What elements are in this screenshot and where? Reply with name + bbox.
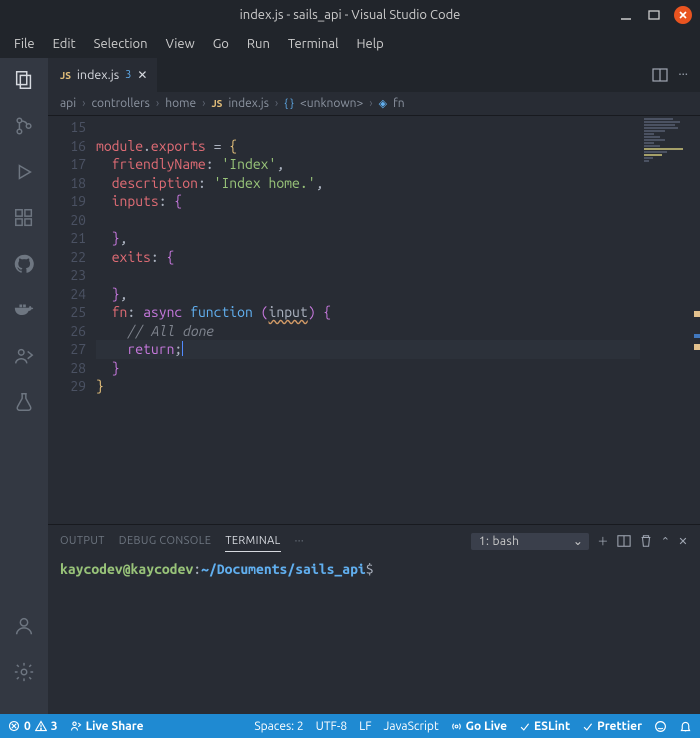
menu-selection[interactable]: Selection (86, 33, 156, 55)
activity-settings-icon[interactable] (10, 658, 38, 686)
terminal-prompt-user: kaycodev@kaycodev (60, 561, 193, 577)
menu-terminal[interactable]: Terminal (280, 33, 347, 55)
status-encoding[interactable]: UTF-8 (316, 720, 347, 733)
terminal-picker[interactable]: 1: bash (471, 533, 590, 550)
breadcrumb-item[interactable]: home (165, 97, 196, 110)
activity-scm-icon[interactable] (10, 112, 38, 140)
window-maximize-button[interactable] (646, 7, 662, 23)
menu-file[interactable]: File (6, 33, 43, 55)
breadcrumb-item[interactable]: controllers (91, 97, 149, 110)
terminal-prompt-path: ~/Documents/sails_api (201, 561, 366, 577)
window-minimize-button[interactable] (618, 7, 634, 23)
split-terminal-icon[interactable] (617, 534, 631, 548)
javascript-file-icon: JS (60, 70, 71, 81)
activity-accounts-icon[interactable] (10, 612, 38, 640)
close-panel-icon[interactable]: ✕ (678, 535, 688, 548)
status-prettier[interactable]: Prettier (582, 720, 642, 733)
split-editor-icon[interactable] (652, 67, 668, 83)
menu-run[interactable]: Run (239, 33, 278, 55)
symbol-module-icon: { } (284, 98, 294, 110)
status-feedback-icon[interactable] (654, 720, 667, 733)
menu-bar: File Edit Selection View Go Run Terminal… (0, 30, 700, 58)
activity-explorer-icon[interactable] (10, 66, 38, 94)
status-bar: 0 3 Live Share Spaces: 2 UTF-8 LF JavaSc… (0, 714, 700, 738)
terminal[interactable]: kaycodev@kaycodev:~/Documents/sails_api$ (48, 557, 700, 714)
window-close-button[interactable] (674, 6, 692, 24)
code-editor[interactable]: 151617181920212223242526272829 module.ex… (48, 116, 700, 524)
status-golive[interactable]: Go Live (451, 720, 507, 733)
kill-terminal-icon[interactable] (639, 534, 653, 548)
panel-tab-output[interactable]: OUTPUT (60, 531, 105, 551)
activity-github-icon[interactable] (10, 250, 38, 278)
new-terminal-icon[interactable]: ＋ (597, 533, 608, 549)
tab-label: index.js (77, 68, 119, 82)
panel-tab-more[interactable]: ··· (295, 531, 304, 551)
menu-go[interactable]: Go (205, 33, 237, 55)
breadcrumb-item[interactable]: <unknown> (300, 97, 363, 110)
status-notifications-icon[interactable] (679, 720, 692, 733)
activity-liveshare-icon[interactable] (10, 342, 38, 370)
symbol-method-icon: ◈ (379, 97, 387, 110)
status-eol[interactable]: LF (359, 720, 371, 733)
bottom-panel: OUTPUT DEBUG CONSOLE TERMINAL ··· 1: bas… (48, 524, 700, 714)
activity-test-icon[interactable] (10, 388, 38, 416)
status-spaces[interactable]: Spaces: 2 (254, 720, 303, 733)
status-language[interactable]: JavaScript (384, 720, 439, 733)
more-actions-icon[interactable]: ··· (678, 67, 688, 83)
activity-run-icon[interactable] (10, 158, 38, 186)
title-bar: index.js - sails_api - Visual Studio Cod… (0, 0, 700, 30)
breadcrumb[interactable]: api› controllers› home› JS index.js› { }… (48, 92, 700, 116)
editor-tab-indexjs[interactable]: JS index.js 3 ✕ (48, 58, 157, 92)
status-liveshare[interactable]: Live Share (70, 720, 144, 733)
maximize-panel-icon[interactable]: ⌃ (661, 535, 671, 548)
menu-edit[interactable]: Edit (45, 33, 84, 55)
status-problems[interactable]: 0 3 (8, 720, 58, 733)
breadcrumb-item[interactable]: index.js (228, 97, 269, 110)
menu-help[interactable]: Help (348, 33, 391, 55)
menu-view[interactable]: View (158, 33, 203, 55)
overview-ruler[interactable] (690, 116, 700, 524)
line-number-gutter: 151617181920212223242526272829 (48, 116, 96, 524)
activity-bar (0, 58, 48, 714)
window-title: index.js - sails_api - Visual Studio Cod… (240, 8, 461, 22)
tab-problem-count: 3 (125, 69, 131, 81)
editor-tab-row: JS index.js 3 ✕ ··· (48, 58, 700, 92)
code-content[interactable]: module.exports = { friendlyName: 'Index'… (96, 116, 700, 524)
activity-extensions-icon[interactable] (10, 204, 38, 232)
breadcrumb-item[interactable]: api (60, 97, 76, 110)
panel-tab-terminal[interactable]: TERMINAL (225, 531, 280, 552)
panel-tab-debug[interactable]: DEBUG CONSOLE (119, 531, 212, 551)
activity-docker-icon[interactable] (10, 296, 38, 324)
breadcrumb-item[interactable]: fn (393, 97, 404, 110)
javascript-file-icon: JS (211, 98, 222, 109)
tab-close-icon[interactable]: ✕ (137, 68, 147, 82)
status-eslint[interactable]: ESLint (519, 720, 570, 733)
